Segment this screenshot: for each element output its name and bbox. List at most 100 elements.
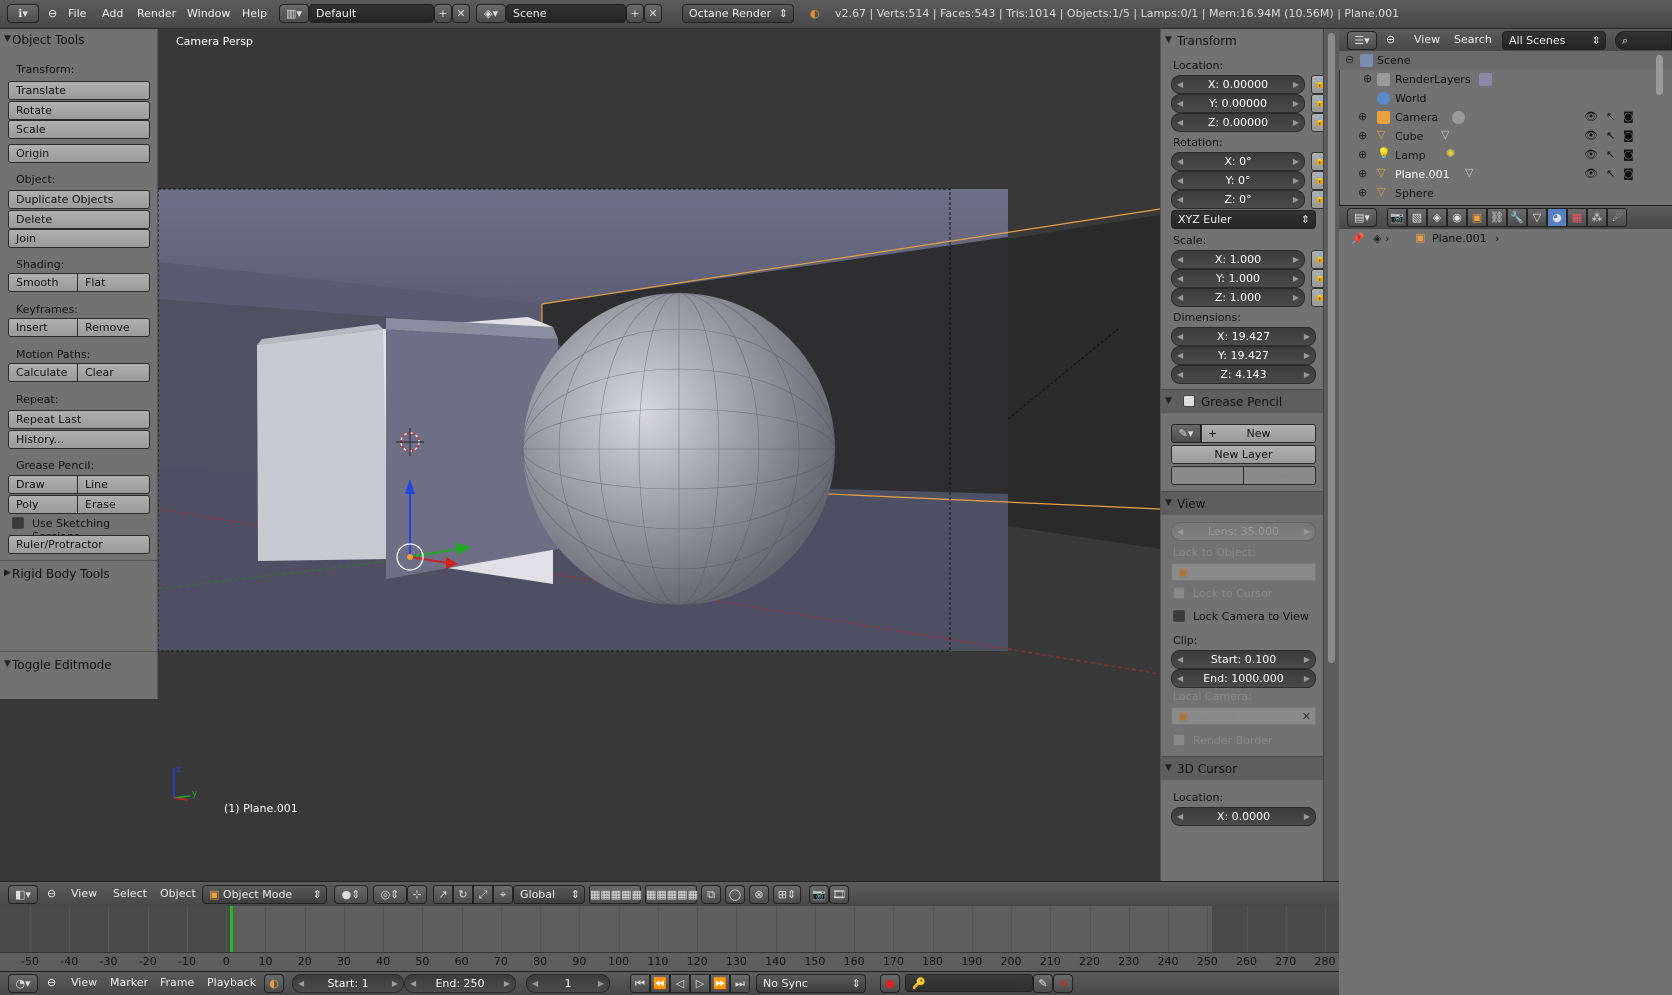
expand-icon[interactable]: ⊕ (1358, 186, 1367, 199)
history-button[interactable]: History... (8, 430, 150, 449)
start-frame-field[interactable]: ◀ Start: 1 ▶ (292, 974, 404, 993)
proportional-edit-icon[interactable]: ◯ (725, 885, 745, 904)
translate-manipulator-icon[interactable]: ↗ (433, 885, 453, 904)
jump-end-icon[interactable]: ⏭ (730, 974, 750, 993)
draw-button[interactable]: Draw (8, 475, 78, 494)
rotation-y-field[interactable]: ◀ Y: 0° ▶ (1171, 171, 1305, 190)
expand-icon[interactable]: ⊕ (1358, 167, 1367, 180)
visibility-eye-icon[interactable]: 👁 (1584, 148, 1598, 161)
scene-icon[interactable]: ◈▾ (476, 4, 506, 23)
transform-panel-header[interactable]: ▼ Transform (1161, 29, 1323, 53)
pivot-point-icon[interactable]: ◎⇕ (373, 885, 407, 904)
scene-field[interactable]: Scene (506, 4, 626, 23)
texture-tab-icon[interactable]: ▦ (1567, 208, 1587, 227)
outliner-row-plane[interactable]: ⊕ ▽ Plane.001 ▽ 👁 ↖ ◙ (1339, 165, 1672, 184)
properties-editor-icon[interactable]: ▤▾ (1347, 208, 1377, 227)
lock-icon[interactable]: 🔓 (1311, 75, 1323, 94)
data-tab-icon[interactable]: ▽ (1527, 208, 1547, 227)
clear-button[interactable]: Clear (78, 363, 150, 382)
outliner-scrollbar-thumb[interactable] (1656, 55, 1663, 95)
scale-x-field[interactable]: ◀ X: 1.000 ▶ (1171, 250, 1305, 269)
pencil-icon[interactable]: ✎▾ (1171, 424, 1201, 443)
select-cursor-icon[interactable]: ↖ (1606, 110, 1615, 123)
translate-button[interactable]: Translate (8, 81, 150, 100)
render-camera-icon[interactable]: ◙ (1623, 129, 1634, 142)
world-tab-icon[interactable]: ◉ (1447, 208, 1467, 227)
lock-icon[interactable]: 🔓 (1311, 190, 1323, 209)
display-mode-dropdown[interactable]: All Scenes ⇕ (1502, 31, 1606, 50)
3d-view-editor-icon[interactable]: ◧▾ (8, 885, 38, 904)
object-menu[interactable]: Object (160, 887, 196, 900)
origin-button[interactable]: Origin (8, 144, 150, 163)
view-panel-header[interactable]: ▼ View (1161, 491, 1323, 515)
play-icon[interactable]: ▷ (690, 974, 710, 993)
modifiers-tab-icon[interactable]: 🔧 (1507, 208, 1527, 227)
scale-manipulator-icon[interactable]: ⤢ (473, 885, 493, 904)
select-cursor-icon[interactable]: ↖ (1606, 129, 1615, 142)
timeline-editor-icon[interactable]: ◔▾ (8, 974, 38, 993)
viewport-shading-icon[interactable]: ●⇕ (334, 885, 368, 904)
manipulator-toggle-icon[interactable]: ⊹ (407, 885, 427, 904)
opengl-animation-icon[interactable]: 🎞 (829, 885, 849, 904)
view-menu[interactable]: View (71, 887, 97, 900)
smooth-button[interactable]: Smooth (8, 273, 78, 292)
play-reverse-icon[interactable]: ◁ (670, 974, 690, 993)
visibility-eye-icon[interactable]: 👁 (1584, 129, 1598, 142)
scale-button[interactable]: Scale (8, 120, 150, 139)
preview-range-icon[interactable]: ◐ (264, 974, 284, 993)
insert-keyframe-button[interactable]: Insert (8, 318, 78, 337)
render-tab-icon[interactable]: 📷 (1387, 208, 1407, 227)
lock-cursor-checkbox[interactable] (1173, 587, 1185, 599)
delete-keyframe-icon[interactable]: ✕ (1053, 974, 1073, 993)
lens-field[interactable]: ◀ Lens: 35.000 ▶ (1171, 522, 1316, 541)
expand-icon[interactable]: ⊕ (1358, 110, 1367, 123)
dimension-x-field[interactable]: ◀ X: 19.427 ▶ (1171, 327, 1316, 346)
gp-new-button[interactable]: + New (1201, 424, 1316, 443)
expand-icon[interactable]: ⊕ (1363, 72, 1372, 85)
menu-window[interactable]: Window (187, 7, 230, 20)
outliner-row-camera[interactable]: ⊕ Camera 👁 ↖ ◙ (1339, 108, 1672, 127)
gp-convert-button[interactable]: Convert (1244, 466, 1316, 485)
grease-pencil-checkbox[interactable] (1183, 395, 1195, 407)
collapse-menu-icon[interactable]: ⊖ (47, 976, 56, 989)
marker-menu[interactable]: Marker (110, 976, 148, 989)
ruler-protractor-button[interactable]: Ruler/Protractor (8, 535, 150, 554)
collapse-menu-icon[interactable]: ⊖ (1386, 33, 1395, 46)
toggle-editmode-panel-header[interactable]: ▼ Toggle Editmode (0, 654, 158, 676)
record-icon[interactable]: ● (880, 974, 900, 993)
render-border-checkbox[interactable] (1173, 734, 1185, 746)
gp-new-layer-button[interactable]: New Layer (1171, 445, 1316, 464)
snap-toggle-icon[interactable]: ⊗ (749, 885, 769, 904)
layer-buttons-group2[interactable]: ▦▦▦▦▦ (645, 885, 698, 904)
outliner-search-menu[interactable]: Search (1454, 33, 1492, 46)
delete-button[interactable]: Delete (8, 210, 150, 229)
outliner-editor-icon[interactable]: ☰▾ (1347, 31, 1377, 50)
renderlayers-tab-icon[interactable]: ▧ (1407, 208, 1427, 227)
timeline[interactable]: -50 -40 -30 -20 -10 0 10 20 30 40 50 60 70 80 90 100 110… (0, 906, 1339, 971)
lock-icon[interactable]: 🔓 (1311, 269, 1323, 288)
remove-scene-icon[interactable]: ✕ (644, 4, 662, 23)
constraints-tab-icon[interactable]: ⛓ (1487, 208, 1507, 227)
manipulator-space-icon[interactable]: ⌖ (493, 885, 513, 904)
layer-buttons-group1[interactable]: ▦▦▦▦▦ (589, 885, 642, 904)
lock-object-field[interactable]: ▣ (1171, 563, 1316, 581)
lock-layers-icon[interactable]: ⧉ (701, 885, 721, 904)
keying-set-field[interactable]: 🔑 (905, 974, 1033, 992)
viewport-canvas[interactable]: y z (158, 29, 1160, 881)
rigid-body-panel-header[interactable]: ▶ Rigid Body Tools (0, 563, 158, 585)
outliner-search-field[interactable]: ⌕ (1615, 31, 1672, 50)
menu-help[interactable]: Help (242, 7, 267, 20)
3d-viewport[interactable]: y z Camera Persp (1) Plane.001 (158, 29, 1160, 881)
menu-add[interactable]: Add (102, 7, 123, 20)
repeat-last-button[interactable]: Repeat Last (8, 410, 150, 429)
lock-icon[interactable]: 🔓 (1311, 171, 1323, 190)
gp-delete-frame-button[interactable]: Delete Frame (1171, 466, 1244, 485)
prev-keyframe-icon[interactable]: ⏪ (650, 974, 670, 993)
dimension-z-field[interactable]: ◀ Z: 4.143 ▶ (1171, 365, 1316, 384)
outliner-row-scene[interactable]: ⊖ Scene (1339, 51, 1672, 70)
add-screen-icon[interactable]: + (434, 4, 452, 23)
outliner-row-sphere[interactable]: ⊕ ▽ Sphere (1339, 184, 1672, 203)
poly-button[interactable]: Poly (8, 495, 78, 514)
current-frame-field[interactable]: ◀ 1 ▶ (526, 974, 610, 993)
cursor-x-field[interactable]: ◀ X: 0.0000 ▶ (1171, 807, 1316, 826)
